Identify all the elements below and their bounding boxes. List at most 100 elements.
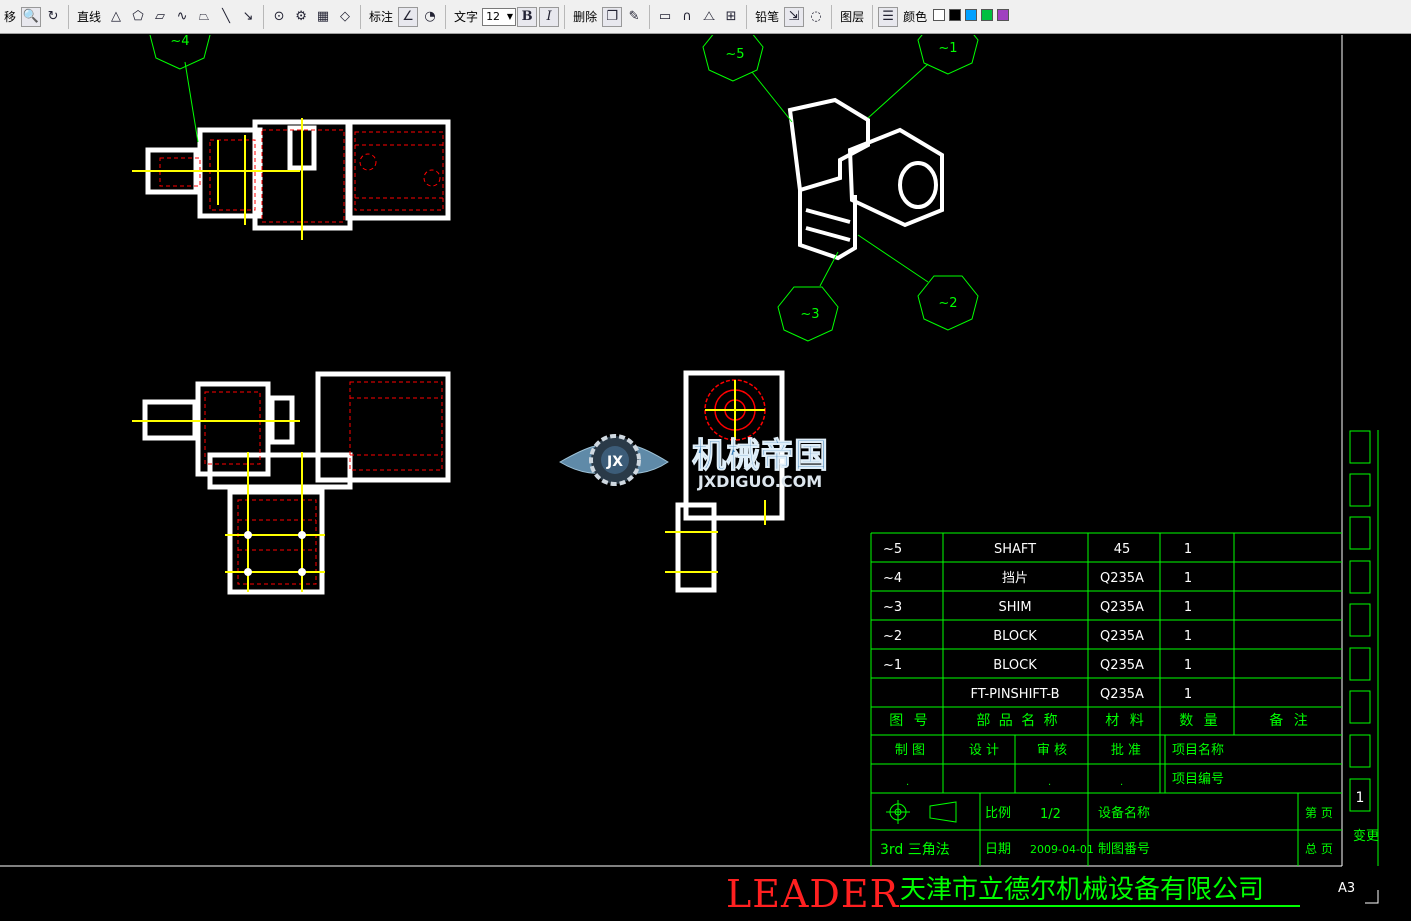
tb-date-label: 日期 (985, 842, 1011, 857)
toolbar-divider (746, 4, 748, 29)
triangle-tool-icon[interactable]: △ (106, 7, 126, 27)
tb-scale-label: 比例 (985, 806, 1011, 821)
tb-approve: 批 准 (1111, 743, 1141, 758)
bom-cell-material: Q235A (1100, 687, 1144, 702)
tb-dot-2: . (1048, 777, 1051, 788)
color-label: 颜色 (903, 10, 928, 24)
tb-scale-value: 1/2 (1040, 807, 1061, 822)
revision-label: 变更 (1353, 828, 1379, 844)
bom-header-name: 部 品 名 称 (976, 713, 1059, 729)
toolbar-divider (263, 4, 265, 29)
bom-cell-no: ~4 (883, 571, 902, 586)
bom-cell-name: FT-PINSHIFT-B (970, 687, 1059, 702)
bom-cell-qty: 1 (1184, 687, 1192, 702)
diagonal-line-icon[interactable]: ╲ (216, 7, 236, 27)
hatch-icon[interactable]: ▦ (313, 7, 333, 27)
bom-cell-material: Q235A (1100, 629, 1144, 644)
gear-circle-icon[interactable]: ⚙ (291, 7, 311, 27)
tb-dot-3: . (1120, 777, 1123, 788)
toolbar-divider (68, 4, 70, 29)
color-swatch[interactable] (997, 9, 1010, 21)
bom-cell-no: ~2 (883, 629, 902, 644)
fill-icon[interactable]: ◇ (335, 7, 355, 27)
bom-cell-no: ~3 (883, 600, 902, 615)
revision-number: 1 (1356, 790, 1365, 806)
radius-dim-icon[interactable]: ◔ (420, 7, 440, 27)
color-swatch[interactable] (933, 9, 946, 21)
toolbar-divider (360, 4, 362, 29)
eraser-icon[interactable]: ✎ (624, 7, 644, 27)
layer-label: 图层 (840, 10, 865, 24)
lasso-icon[interactable]: ◌ (806, 7, 826, 27)
bom-cell-qty: 1 (1184, 658, 1192, 673)
zoom-refresh-icon[interactable]: ↻ (43, 7, 63, 27)
tb-page-label: 第 页 (1305, 806, 1333, 820)
grid-icon[interactable]: ⊞ (721, 7, 741, 27)
bom-cell-qty: 1 (1184, 600, 1192, 615)
watermark-logo-text: JX (606, 454, 623, 470)
color-swatches (931, 9, 1011, 24)
bom-cell-material: Q235A (1100, 658, 1144, 673)
toolbar-divider (445, 4, 447, 29)
company-name: 天津市立德尔机械设备有限公司 (900, 875, 1264, 905)
balloon-3-label: ~3 (800, 307, 819, 322)
cad-toolbar: 移 🔍 ↻ 直线 △ ⬠ ▱ ∿ ⏢ ╲ ↘ ⊙ ⚙ ▦ ◇ 标注 ∠ ◔ 文字… (0, 0, 1411, 34)
toolbar-divider (564, 4, 566, 29)
color-swatch[interactable] (965, 9, 978, 21)
tb-project-no: 项目编号 (1172, 772, 1224, 787)
curve-tool-icon[interactable]: ∿ (172, 7, 192, 27)
bom-header-material: 材 料 (1105, 713, 1146, 729)
bom-cell-name: SHAFT (994, 542, 1036, 557)
chevron-down-icon: ▼ (506, 11, 514, 21)
sheet-size: A3 (1338, 881, 1355, 896)
balloon-4-label: ~4 (170, 35, 189, 49)
arrow-line-icon[interactable]: ↘ (238, 7, 258, 27)
layer-list-icon[interactable]: ☰ (878, 6, 899, 27)
import-icon[interactable]: ⇲ (784, 6, 805, 27)
color-swatch[interactable] (981, 9, 994, 21)
tb-project-name: 项目名称 (1172, 742, 1224, 758)
company-brand: LEADER (726, 872, 900, 916)
bom-cell-name: BLOCK (993, 658, 1037, 673)
arch-tool-icon[interactable]: ∩ (677, 7, 697, 27)
watermark-title: 机械帝国 (692, 436, 828, 476)
bom-cell-name: SHIM (998, 600, 1031, 615)
bom-cell-no: ~1 (883, 658, 902, 673)
tb-draw: 制 图 (895, 743, 925, 758)
move-label: 移 (4, 10, 17, 24)
tb-check: 审 核 (1037, 743, 1067, 758)
circle-center-icon[interactable]: ⊙ (269, 7, 289, 27)
italic-button[interactable]: I (539, 6, 560, 27)
bom-header-qty: 数 量 (1179, 713, 1220, 729)
pentagon-tool-icon[interactable]: ⬠ (128, 7, 148, 27)
tb-total-label: 总 页 (1305, 842, 1333, 856)
balloon-2-label: ~2 (938, 296, 957, 311)
tb-design: 设 计 (969, 743, 999, 758)
copy-icon[interactable]: ❐ (602, 6, 623, 27)
watermark-url: JXDIGUO.COM (697, 472, 822, 491)
tb-method: 3rd 三角法 (880, 842, 950, 858)
font-size-select[interactable]: 12 ▼ (482, 7, 517, 26)
mirror-icon[interactable]: ⧍ (699, 7, 719, 27)
font-size-value: 12 (486, 10, 501, 23)
bom-cell-qty: 1 (1184, 629, 1192, 644)
bom-cell-qty: 1 (1184, 542, 1192, 557)
delete-label: 删除 (573, 10, 598, 24)
line-label: 直线 (77, 10, 102, 24)
bom-cell-name: 挡片 (1002, 571, 1028, 586)
balloon-1-label: ~1 (938, 41, 957, 56)
angle-dim-icon[interactable]: ∠ (398, 6, 419, 27)
zoom-in-icon[interactable]: 🔍 (21, 6, 42, 27)
parallelogram-tool-icon[interactable]: ▱ (150, 7, 170, 27)
bom-cell-material: 45 (1114, 542, 1131, 557)
bold-button[interactable]: B (517, 6, 538, 27)
dim-label: 标注 (369, 10, 394, 24)
toolbar-divider (649, 4, 651, 29)
tb-equipment-name: 设备名称 (1098, 805, 1150, 821)
color-swatch[interactable] (949, 9, 962, 21)
bom-cell-qty: 1 (1184, 571, 1192, 586)
trapezoid-tool-icon[interactable]: ⏢ (194, 7, 214, 27)
drawing-canvas[interactable]: ~4 ~5 ~1 ~3 ~2 JX 机械帝国 JXDIGUO.COM ~5 SH… (0, 35, 1411, 921)
rectangle-tool-icon[interactable]: ▭ (655, 7, 675, 27)
bom-cell-material: Q235A (1100, 600, 1144, 615)
